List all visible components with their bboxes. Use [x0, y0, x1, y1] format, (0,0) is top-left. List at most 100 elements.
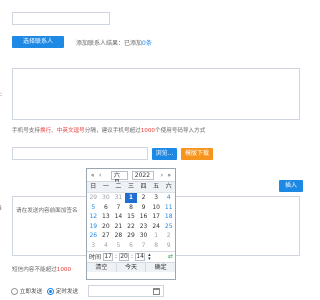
calendar-day[interactable]: 9 — [137, 203, 150, 213]
weekday-header: 三 — [124, 182, 138, 193]
calendar-day[interactable]: 9 — [162, 241, 175, 251]
choose-contacts-button[interactable]: 选择联系人 — [12, 36, 64, 48]
calendar-day[interactable]: 12 — [87, 212, 100, 222]
calendar-day[interactable]: 8 — [150, 241, 163, 251]
calendar-day[interactable]: 29 — [125, 231, 138, 241]
phone-hint-prefix: 手机号支持 — [12, 128, 40, 134]
day-grid: 29 30 31 1 2 3 4 5 6 7 8 9 10 11 12 13 14 15 16 17 18 19 20 21 2… — [87, 193, 175, 251]
hour-field[interactable]: 17 — [103, 252, 114, 261]
send-timed-label: 定时发送 — [55, 289, 79, 295]
calendar-day[interactable]: 15 — [125, 212, 138, 222]
send-timed-radio[interactable] — [46, 288, 54, 295]
calendar-day[interactable]: 27 — [100, 231, 113, 241]
phone-hint-newline: 换行 — [39, 128, 52, 134]
weekday-header: 二 — [112, 182, 125, 193]
today-button[interactable]: 今天 — [116, 262, 147, 272]
calendar-day[interactable]: 5 — [87, 203, 100, 213]
weekday-header: 一 — [99, 182, 113, 193]
send-time-input[interactable] — [88, 285, 164, 297]
calendar-day[interactable]: 3 — [87, 241, 100, 251]
calendar-day[interactable]: 21 — [112, 222, 125, 232]
time-spinner-icon[interactable]: ▴ ▾ — [148, 252, 151, 261]
calendar-day[interactable]: 7 — [112, 203, 125, 213]
time-colon: : — [131, 253, 134, 261]
calendar-day[interactable]: 26 — [87, 231, 100, 241]
time-arrows-icon[interactable]: ⇄ — [168, 253, 173, 260]
calendar-day[interactable]: 30 — [137, 231, 150, 241]
next-year-icon[interactable]: » — [167, 172, 172, 179]
weekday-header: 四 — [137, 182, 150, 193]
calendar-day[interactable]: 29 — [87, 193, 100, 203]
sms-hint-limit: 1000 — [56, 267, 72, 273]
time-colon: : — [115, 253, 118, 261]
calendar-day[interactable]: 17 — [150, 212, 163, 222]
phone-textarea[interactable] — [12, 68, 300, 120]
calendar-day[interactable]: 20 — [100, 222, 113, 232]
calendar-day[interactable]: 22 — [125, 222, 138, 232]
calendar-day[interactable]: 31 — [112, 193, 125, 203]
calendar-day[interactable]: 18 — [162, 212, 175, 222]
browse-button[interactable]: 浏览... — [152, 148, 177, 160]
phone-hint-comma: 中英文逗号 — [56, 128, 85, 134]
calendar-day[interactable]: 1 — [150, 231, 163, 241]
calendar-day[interactable]: 23 — [137, 222, 150, 232]
contacts-result-count: 0条 — [142, 40, 152, 47]
time-label: 时间 — [89, 254, 102, 262]
clear-button[interactable]: 清空 — [87, 262, 117, 272]
second-field[interactable]: 14 — [135, 252, 146, 261]
side-label-colon: : — [0, 91, 3, 98]
calendar-icon[interactable] — [153, 288, 160, 295]
calendar-day[interactable]: 2 — [137, 193, 150, 203]
date-picker-header: « ‹ 六月 2022 › » — [87, 169, 175, 186]
template-download-button[interactable]: 模版下载 — [181, 148, 213, 160]
insert-button[interactable]: 插入 — [279, 180, 303, 192]
date-picker: « ‹ 六月 2022 › » 日一二三四五六 2930311234567891… — [86, 168, 176, 280]
phone-hint-mid2: 分隔，建议手机号超过 — [84, 128, 141, 134]
calendar-day[interactable]: 19 — [87, 222, 100, 232]
calendar-day[interactable]: 11 — [162, 203, 175, 213]
side-label-i: i — [0, 205, 2, 212]
calendar-day[interactable]: 2 — [162, 231, 175, 241]
contacts-result: 添加联系人结果：已添加0条 — [76, 38, 152, 47]
calendar-day[interactable]: 3 — [150, 193, 163, 203]
calendar-day[interactable]: 10 — [150, 203, 163, 213]
time-row: 时间 17 : 20 : 14 ▴ ▾ ⇄ — [87, 250, 175, 262]
calendar-day[interactable]: 1 — [124, 193, 138, 203]
phone-hint-suffix: 个使用号码导入方式 — [154, 128, 206, 134]
calendar-day[interactable]: 28 — [112, 231, 125, 241]
calendar-day[interactable]: 14 — [112, 212, 125, 222]
calendar-day[interactable]: 24 — [150, 222, 163, 232]
month-select[interactable]: 六月 — [110, 170, 128, 186]
ok-button[interactable]: 确定 — [146, 262, 176, 272]
weekday-header: 日 — [87, 182, 100, 193]
calendar-day[interactable]: 4 — [162, 193, 175, 203]
sms-hint: 短信内容不能超过1000 — [12, 265, 71, 273]
calendar-day[interactable]: 5 — [112, 241, 125, 251]
send-now-radio[interactable] — [11, 288, 18, 295]
send-options: 立即发送 定时发送 — [11, 287, 78, 295]
calendar-day[interactable]: 13 — [100, 212, 113, 222]
prev-month-icon[interactable]: ‹ — [97, 172, 102, 179]
calendar-day[interactable]: 16 — [137, 212, 150, 222]
sms-hint-prefix: 短信内容不能超过 — [12, 267, 57, 273]
send-now-label: 立即发送 — [19, 289, 43, 295]
date-picker-actions: 清空 今天 确定 — [87, 261, 176, 272]
next-month-icon[interactable]: › — [159, 172, 164, 179]
calendar-day[interactable]: 25 — [162, 222, 175, 232]
prev-year-icon[interactable]: « — [90, 172, 95, 179]
file-path-input[interactable] — [12, 147, 148, 160]
phone-hint-limit: 1000 — [140, 128, 155, 134]
weekday-header: 六 — [162, 182, 175, 193]
year-select[interactable]: 2022 — [131, 170, 155, 180]
calendar-day[interactable]: 4 — [100, 241, 113, 251]
phone-hint: 手机号支持换行、中英文逗号分隔，建议手机号超过1000个使用号码导入方式 — [12, 126, 205, 134]
calendar-day[interactable]: 7 — [137, 241, 150, 251]
minute-field[interactable]: 20 — [119, 252, 130, 261]
weekday-row: 日一二三四五六 — [87, 182, 175, 193]
calendar-day[interactable]: 8 — [125, 203, 138, 213]
weekday-header: 五 — [149, 182, 163, 193]
top-input[interactable] — [12, 12, 110, 25]
calendar-day[interactable]: 6 — [125, 241, 138, 251]
calendar-day[interactable]: 30 — [100, 193, 113, 203]
calendar-day[interactable]: 6 — [100, 203, 113, 213]
